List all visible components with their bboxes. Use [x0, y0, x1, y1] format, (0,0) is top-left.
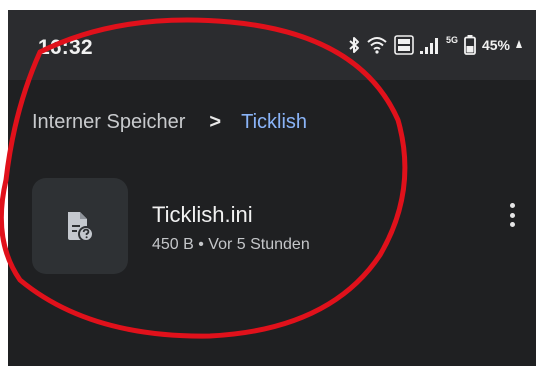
file-thumbnail: [32, 178, 128, 274]
battery-percentage: 45%: [481, 37, 510, 53]
signal-icon: [419, 38, 438, 54]
dot-icon: [509, 222, 515, 227]
file-name: Ticklish.ini: [152, 202, 253, 227]
file-meta: 450 B • Vor 5 Stunden: [152, 236, 310, 253]
status-time: 16:32: [38, 36, 93, 59]
breadcrumb: Interner Speicher > Ticklish: [32, 111, 307, 134]
unknown-file-icon: [68, 212, 94, 242]
charging-icon: [516, 40, 522, 48]
status-icons: 5G 45%: [348, 34, 522, 56]
wifi-icon: [367, 37, 387, 54]
dot-icon: [509, 203, 515, 208]
breadcrumb-current[interactable]: Ticklish: [241, 111, 307, 134]
breadcrumb-root[interactable]: Interner Speicher: [32, 111, 185, 134]
network-type-label: 5G: [445, 35, 458, 45]
dot-icon: [509, 212, 515, 218]
bluetooth-icon: [349, 37, 359, 53]
volte-icon: [394, 35, 414, 55]
more-options-button[interactable]: [500, 200, 524, 230]
battery-icon: [464, 35, 476, 55]
status-bar: 16:32 5G 45%: [8, 10, 536, 80]
breadcrumb-separator: >: [209, 111, 222, 133]
file-manager-screen: 16:32 5G 45% Interner Speicher > Ticklis…: [8, 10, 536, 366]
file-list-item[interactable]: Ticklish.ini 450 B • Vor 5 Stunden: [32, 178, 515, 274]
